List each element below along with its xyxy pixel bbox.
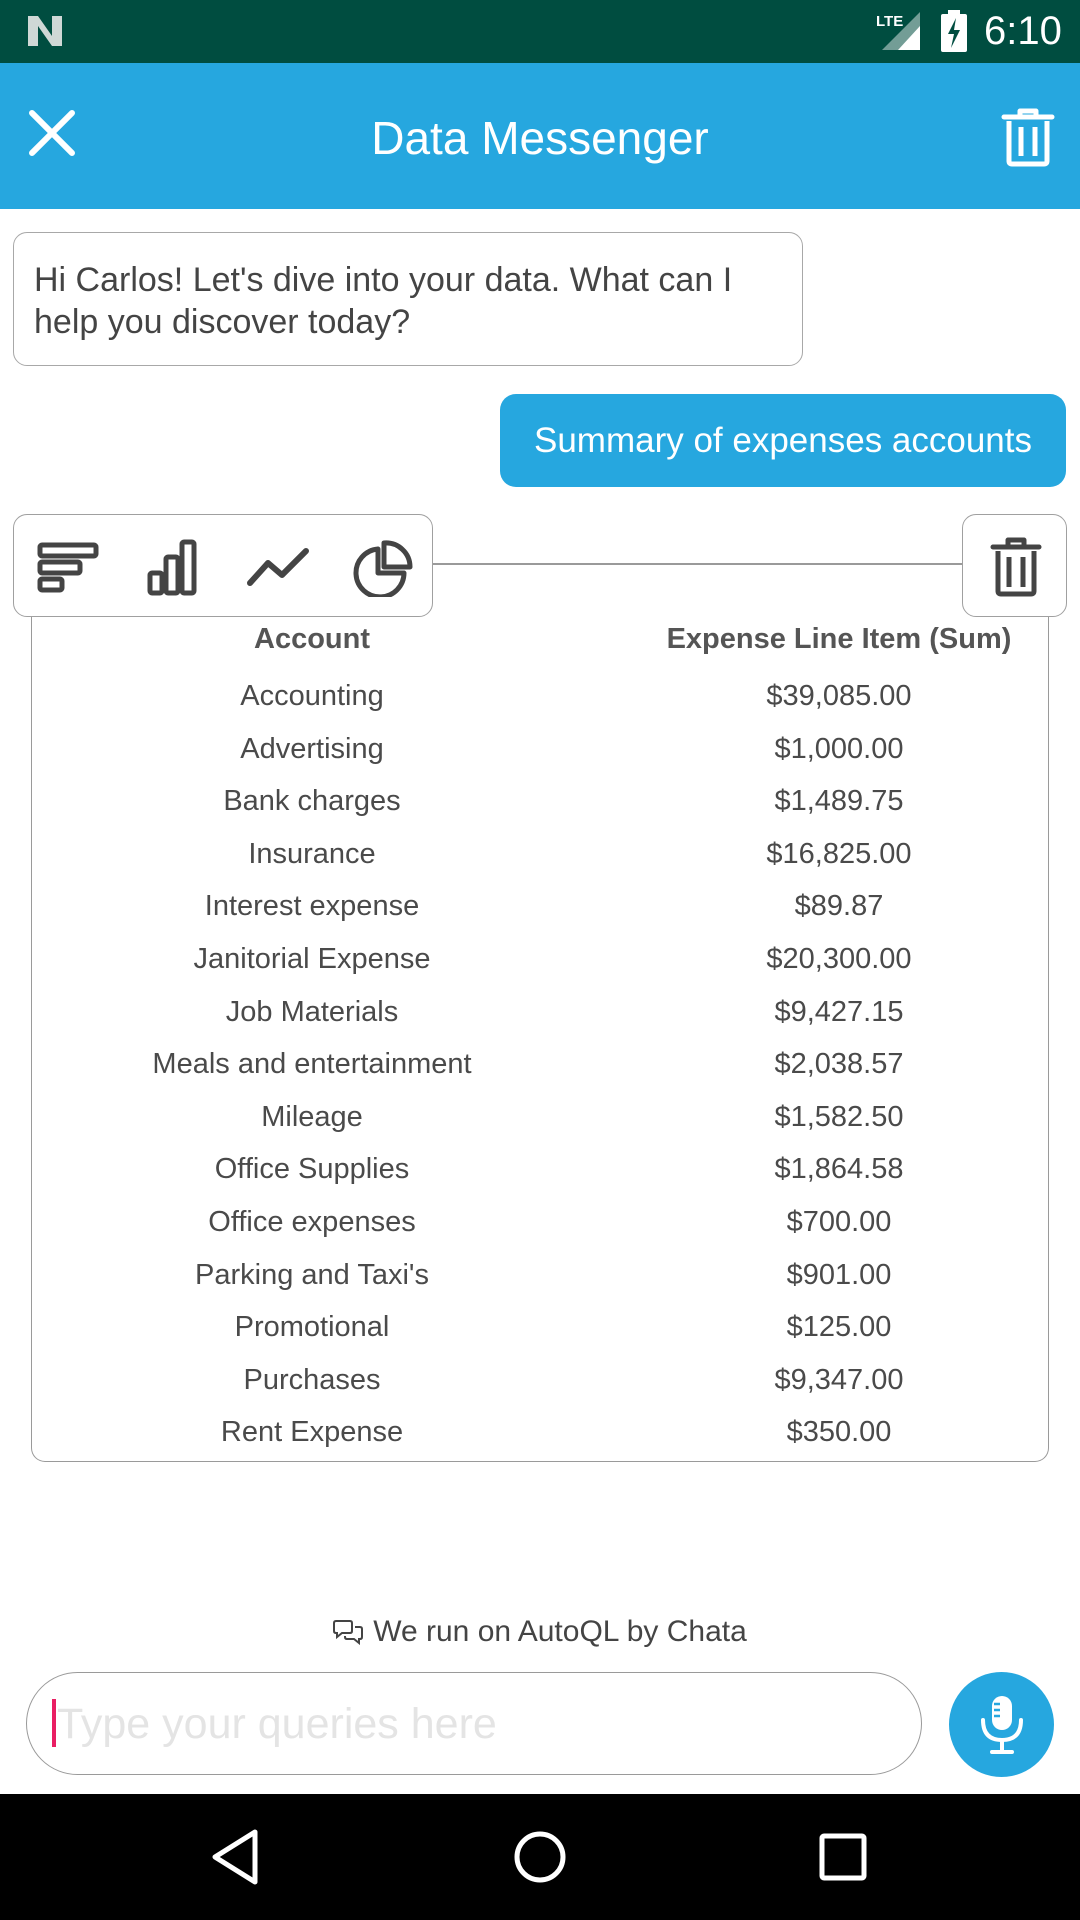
amount-cell: $700.00: [786, 1205, 892, 1238]
recents-icon[interactable]: [810, 1824, 876, 1890]
table-row: Parking and Taxi's $901.00: [32, 1249, 1050, 1302]
powered-by-text: We run on AutoQL by Chata: [373, 1615, 747, 1648]
line-chart-icon[interactable]: [246, 539, 310, 597]
powered-by-note: We run on AutoQL by Chata: [0, 1612, 1080, 1652]
account-cell: Parking and Taxi's: [195, 1258, 429, 1291]
amount-cell: $125.00: [786, 1311, 892, 1344]
query-input-placeholder: Type your queries here: [57, 1700, 497, 1748]
amount-cell: $1,864.58: [774, 1153, 904, 1186]
app-bar: Data Messenger: [0, 63, 1080, 209]
column-chart-icon[interactable]: [140, 539, 204, 597]
column-header-account[interactable]: Account: [32, 620, 592, 658]
back-icon[interactable]: [203, 1824, 269, 1890]
column-header-expense-sum[interactable]: Expense Line Item (Sum): [578, 620, 1080, 658]
bot-message-bubble: Hi Carlos! Let's dive into your data. Wh…: [13, 232, 803, 366]
amount-cell: $16,825.00: [766, 837, 912, 870]
account-cell: Office expenses: [208, 1205, 416, 1238]
table-row: Office expenses $700.00: [32, 1196, 1050, 1249]
response-table-card: Account Expense Line Item (Sum) Accounti…: [31, 602, 1049, 1462]
table-row: Insurance $16,825.00: [32, 828, 1050, 881]
microphone-icon: [981, 1696, 1023, 1754]
table-row: Mileage $1,582.50: [32, 1091, 1050, 1144]
table-row: Accounting $39,085.00: [32, 670, 1050, 723]
signal-icon: LTE: [876, 12, 920, 50]
table-row: Job Materials $9,427.15: [32, 986, 1050, 1039]
account-cell: Job Materials: [225, 995, 399, 1028]
home-icon[interactable]: [507, 1824, 573, 1890]
voice-input-button[interactable]: [949, 1672, 1054, 1777]
user-query-bubble[interactable]: Summary of expenses accounts: [500, 394, 1066, 487]
navigation-bar: [0, 1794, 1080, 1920]
table-row: Meals and entertainment $2,038.57: [32, 1038, 1050, 1091]
amount-cell: $89.87: [794, 890, 884, 923]
table-row: Office Supplies $1,864.58: [32, 1143, 1050, 1196]
table-row: Interest expense $89.87: [32, 880, 1050, 933]
amount-cell: $9,427.15: [774, 995, 904, 1028]
account-cell: Rent Expense: [220, 1416, 404, 1449]
amount-cell: $901.00: [786, 1258, 892, 1291]
table-row: Purchases $9,347.00: [32, 1354, 1050, 1407]
account-cell: Janitorial Expense: [193, 942, 431, 975]
response-card-top-border: [433, 563, 963, 565]
amount-cell: $20,300.00: [766, 942, 912, 975]
amount-cell: $1,582.50: [774, 1100, 904, 1133]
account-cell: Office Supplies: [214, 1153, 410, 1186]
visualization-toolbar: [13, 514, 433, 617]
table-row: Janitorial Expense $20,300.00: [32, 933, 1050, 986]
n-logo-icon: [28, 16, 62, 46]
table-row: Advertising $1,000.00: [32, 723, 1050, 776]
account-cell: Interest expense: [204, 890, 420, 923]
status-bar: LTE 6:10: [0, 0, 1080, 63]
amount-cell: $9,347.00: [774, 1363, 904, 1396]
account-cell: Insurance: [248, 837, 376, 870]
pie-chart-icon[interactable]: [350, 539, 414, 597]
account-cell: Accounting: [240, 680, 384, 712]
text-caret: [52, 1699, 56, 1747]
trash-icon: [990, 537, 1042, 597]
table-row: Rent Expense $350.00: [32, 1406, 1050, 1459]
bar-chart-icon[interactable]: [36, 539, 100, 597]
amount-cell: $350.00: [786, 1416, 892, 1449]
account-cell: Promotional: [234, 1311, 390, 1344]
network-label: LTE: [876, 13, 903, 30]
table-body: Accounting $39,085.00 Advertising $1,000.0…: [32, 670, 1050, 1459]
page-title: Data Messenger: [371, 112, 709, 164]
amount-cell: $1,489.75: [774, 785, 904, 818]
delete-response-button[interactable]: [962, 514, 1067, 617]
account-cell: Purchases: [243, 1363, 381, 1396]
account-cell: Mileage: [261, 1100, 363, 1133]
status-clock: 6:10: [984, 9, 1062, 53]
battery-charging-icon: [941, 10, 967, 52]
query-input[interactable]: Type your queries here: [26, 1672, 922, 1775]
clear-conversation-trash-icon[interactable]: [1000, 107, 1056, 167]
amount-cell: $1,000.00: [774, 732, 904, 765]
table-row: Bank charges $1,489.75: [32, 775, 1050, 828]
account-cell: Meals and entertainment: [152, 1048, 472, 1081]
amount-cell: $2,038.57: [774, 1048, 904, 1081]
chat-bubbles-icon: [333, 1620, 364, 1646]
table-row: Promotional $125.00: [32, 1301, 1050, 1354]
account-cell: Advertising: [240, 732, 384, 765]
amount-cell: $39,085.00: [766, 680, 912, 712]
account-cell: Bank charges: [223, 785, 401, 818]
